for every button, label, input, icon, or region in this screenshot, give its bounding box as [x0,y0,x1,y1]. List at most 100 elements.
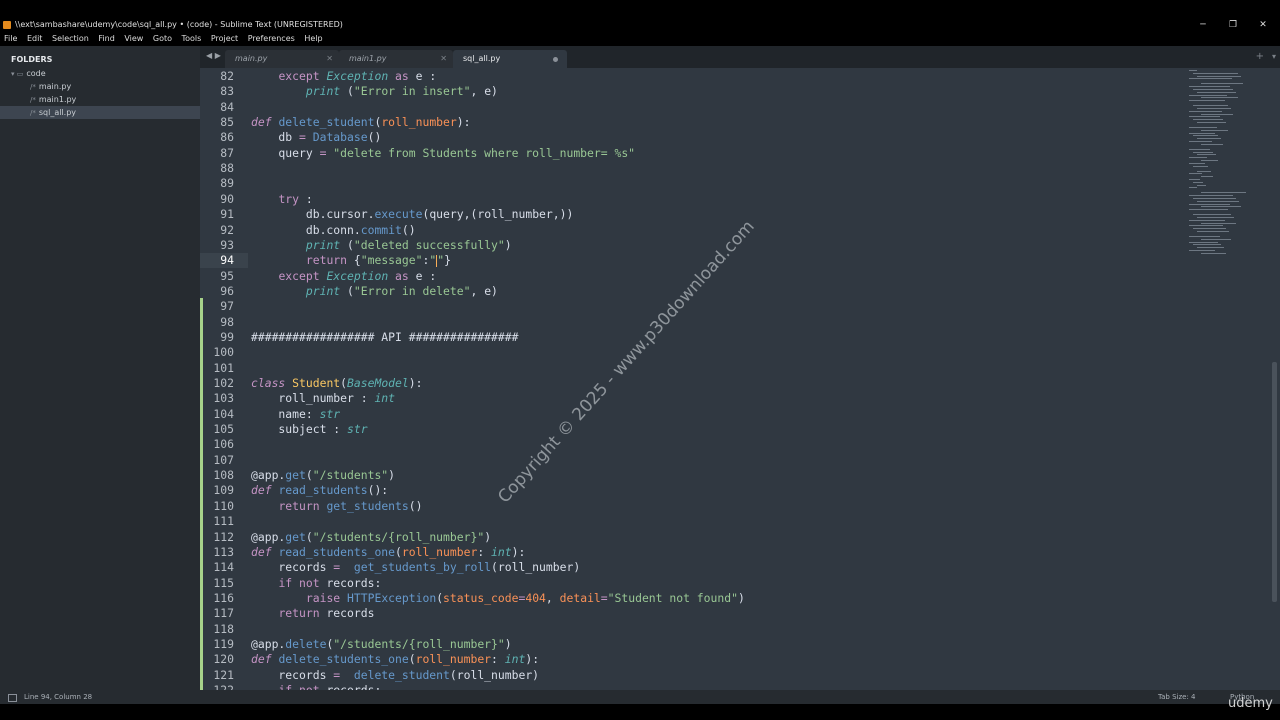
tab-main-py[interactable]: main.py ✕ [225,50,339,68]
code-text[interactable]: def delete_students_one(roll_number: int… [251,652,539,667]
code-text[interactable]: @app.get("/students/{roll_number}") [251,530,491,545]
menu-file[interactable]: File [1,32,20,46]
tab-size-indicator[interactable]: Tab Size: 4 [1158,690,1195,704]
panel-toggle-icon[interactable] [8,694,17,702]
code-line[interactable]: 102 class Student(BaseModel): [200,376,1280,391]
code-line[interactable]: 105 subject : str [200,422,1280,437]
code-line[interactable]: 90 try : [200,192,1280,207]
code-text[interactable]: return get_students() [251,499,422,514]
code-line[interactable]: 97 [200,299,1280,314]
code-line[interactable]: 117 return records [200,606,1280,621]
code-line[interactable]: 122 if not records: [200,683,1280,690]
code-text[interactable]: roll_number : int [251,391,395,406]
menu-view[interactable]: View [121,32,146,46]
code-line[interactable]: 85 def delete_student(roll_number): [200,115,1280,130]
code-text[interactable]: return records [251,606,374,621]
code-line[interactable]: 119 @app.delete("/students/{roll_number}"… [200,637,1280,652]
code-line[interactable]: 89 [200,176,1280,191]
code-line[interactable]: 114 records = get_students_by_roll(roll_… [200,560,1280,575]
tab-nav-arrows[interactable]: ◀ ▶ [206,51,221,60]
close-tab-icon[interactable]: ✕ [326,50,333,68]
code-text[interactable]: @app.get("/students") [251,468,395,483]
code-text[interactable]: @app.delete("/students/{roll_number}") [251,637,512,652]
code-line[interactable]: 112 @app.get("/students/{roll_number}") [200,530,1280,545]
code-line[interactable]: 103 roll_number : int [200,391,1280,406]
menu-edit[interactable]: Edit [24,32,46,46]
code-line[interactable]: 87 query = "delete from Students where r… [200,146,1280,161]
menu-find[interactable]: Find [95,32,117,46]
menu-help[interactable]: Help [301,32,325,46]
code-text[interactable]: raise HTTPException(status_code=404, det… [251,591,745,606]
code-text[interactable]: def read_students(): [251,483,388,498]
code-line[interactable]: 118 [200,622,1280,637]
code-text[interactable]: if not records: [251,576,381,591]
code-line[interactable]: 88 [200,161,1280,176]
folder-code[interactable]: ▾ ▭ code [0,67,200,80]
tab-main1-py[interactable]: main1.py ✕ [339,50,453,68]
close-tab-icon[interactable]: ✕ [440,50,447,68]
menu-project[interactable]: Project [208,32,241,46]
code-text[interactable]: query = "delete from Students where roll… [251,146,635,161]
code-text[interactable]: db = Database() [251,130,381,145]
code-line[interactable]: 106 [200,437,1280,452]
code-line[interactable]: 109 def read_students(): [200,483,1280,498]
tab-sql-all-py[interactable]: sql_all.py [453,50,567,68]
code-text[interactable]: print ("Error in delete", e) [251,284,498,299]
code-text[interactable]: print ("deleted successfully") [251,238,512,253]
code-text[interactable]: db.conn.commit() [251,223,416,238]
code-text[interactable]: records = get_students_by_roll(roll_numb… [251,560,580,575]
code-line[interactable]: 111 [200,514,1280,529]
code-text[interactable]: records = delete_student(roll_number) [251,668,539,683]
code-text[interactable]: except Exception as e : [251,69,436,84]
code-text[interactable]: def delete_student(roll_number): [251,115,470,130]
file-item-main[interactable]: /* main.py [0,80,200,93]
code-text[interactable]: try : [251,192,312,207]
code-text[interactable]: def read_students_one(roll_number: int): [251,545,525,560]
file-item-main1[interactable]: /* main1.py [0,93,200,106]
code-line[interactable]: 100 [200,345,1280,360]
code-text[interactable]: ################## API ################ [251,330,518,345]
code-line[interactable]: 108 @app.get("/students") [200,468,1280,483]
menu-selection[interactable]: Selection [49,32,92,46]
code-text[interactable]: subject : str [251,422,367,437]
tab-list-chevron-icon[interactable]: ▾ [1272,52,1276,61]
code-line[interactable]: 86 db = Database() [200,130,1280,145]
code-line[interactable]: 107 [200,453,1280,468]
code-text[interactable]: print ("Error in insert", e) [251,84,498,99]
code-line[interactable]: 82 except Exception as e : [200,69,1280,84]
menu-preferences[interactable]: Preferences [245,32,298,46]
minimap[interactable] [1185,68,1246,254]
file-item-sql-all[interactable]: /* sql_all.py [0,106,200,119]
code-editor[interactable]: 82 except Exception as e :83 print ("Err… [200,68,1280,690]
menu-goto[interactable]: Goto [150,32,175,46]
code-line[interactable]: 96 print ("Error in delete", e) [200,284,1280,299]
code-line[interactable]: 83 print ("Error in insert", e) [200,84,1280,99]
code-text[interactable]: if not records: [251,683,381,690]
code-line[interactable]: 121 records = delete_student(roll_number… [200,668,1280,683]
code-line[interactable]: 95 except Exception as e : [200,269,1280,284]
code-line[interactable]: 98 [200,315,1280,330]
code-line[interactable]: 116 raise HTTPException(status_code=404,… [200,591,1280,606]
vertical-scrollbar[interactable] [1272,362,1277,602]
code-line[interactable]: 84 [200,100,1280,115]
code-text[interactable]: return {"message":""} [251,253,451,268]
code-line[interactable]: 113 def read_students_one(roll_number: in… [200,545,1280,560]
minimize-button[interactable]: ─ [1188,18,1218,32]
code-text[interactable]: db.cursor.execute(query,(roll_number,)) [251,207,573,222]
code-line[interactable]: 110 return get_students() [200,499,1280,514]
unsaved-dot-icon[interactable] [553,57,558,62]
close-window-button[interactable]: ✕ [1248,18,1278,32]
menu-tools[interactable]: Tools [179,32,205,46]
code-line[interactable]: 104 name: str [200,407,1280,422]
code-line[interactable]: 101 [200,361,1280,376]
maximize-button[interactable]: ❐ [1218,18,1248,32]
code-line[interactable]: 115 if not records: [200,576,1280,591]
code-line[interactable]: 99 ################## API ###############… [200,330,1280,345]
code-line[interactable]: 120 def delete_students_one(roll_number: … [200,652,1280,667]
code-text[interactable]: except Exception as e : [251,269,436,284]
new-tab-plus-icon[interactable]: + [1256,51,1264,62]
minimap-line [1197,170,1211,172]
code-text[interactable]: name: str [251,407,340,422]
code-line[interactable]: 94 return {"message":""} [200,253,1280,268]
code-text[interactable]: class Student(BaseModel): [251,376,422,391]
